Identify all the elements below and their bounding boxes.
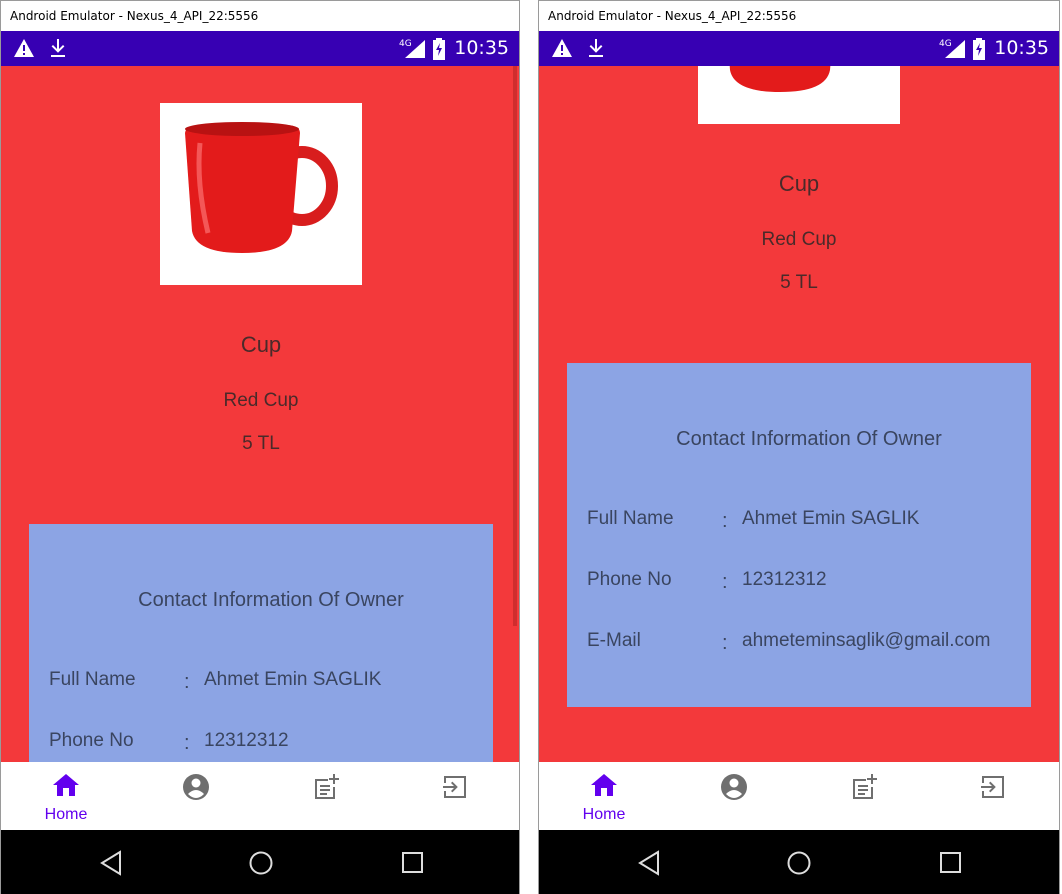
back-icon[interactable] xyxy=(637,850,661,881)
status-bar: 4G 10:35 xyxy=(539,31,1059,66)
colon: : xyxy=(722,571,728,593)
phone-label: Phone No xyxy=(587,569,672,590)
signal-icon: 4G xyxy=(399,37,427,64)
download-icon xyxy=(49,38,67,63)
emulator-window-right: Android Emulator - Nexus_4_API_22:5556 4… xyxy=(538,0,1060,894)
contact-title: Contact Information Of Owner xyxy=(676,428,942,450)
logout-icon xyxy=(981,776,1004,798)
recents-icon[interactable] xyxy=(401,850,425,881)
phone-value: 12312312 xyxy=(204,730,289,751)
colon: : xyxy=(722,510,728,532)
contact-title: Contact Information Of Owner xyxy=(138,589,404,611)
product-image xyxy=(698,66,900,124)
colon: : xyxy=(184,732,190,754)
nav-home-label: Home xyxy=(582,806,626,823)
add-post-icon xyxy=(853,774,877,799)
nav-profile[interactable] xyxy=(674,762,794,830)
battery-icon xyxy=(973,38,985,65)
full-name-value: Ahmet Emin SAGLIK xyxy=(204,669,382,690)
account-icon xyxy=(721,774,747,800)
nav-add-post[interactable] xyxy=(804,762,924,830)
email-value: ahmeteminsaglik@gmail.com xyxy=(742,630,991,651)
nav-logout[interactable] xyxy=(395,762,515,830)
contact-card: Contact Information Of Owner Full Name :… xyxy=(29,524,493,762)
network-type: 4G xyxy=(939,39,952,49)
bottom-navigation: Home xyxy=(1,762,519,830)
bottom-navigation: Home xyxy=(539,762,1059,830)
window-title: Android Emulator - Nexus_4_API_22:5556 xyxy=(539,0,1059,31)
product-price: 5 TL xyxy=(780,272,818,293)
full-name-label: Full Name xyxy=(587,508,674,529)
emulator-window-left: Android Emulator - Nexus_4_API_22:5556 4… xyxy=(0,0,520,894)
home-circle-icon[interactable] xyxy=(248,850,274,881)
app-screen: Cup Red Cup 5 TL Contact Information Of … xyxy=(539,66,1059,762)
contact-card: Contact Information Of Owner Full Name :… xyxy=(567,363,1031,707)
window-title: Android Emulator - Nexus_4_API_22:5556 xyxy=(1,0,519,31)
nav-logout[interactable] xyxy=(933,762,1053,830)
download-icon xyxy=(587,38,605,63)
clock: 10:35 xyxy=(454,37,509,59)
product-name: Cup xyxy=(240,332,282,357)
nav-add-post[interactable] xyxy=(266,762,386,830)
logout-icon xyxy=(443,776,466,798)
recents-icon[interactable] xyxy=(939,850,963,881)
home-circle-icon[interactable] xyxy=(786,850,812,881)
product-price: 5 TL xyxy=(242,433,280,454)
app-screen: Cup Red Cup 5 TL Contact Information Of … xyxy=(1,66,519,762)
nav-home[interactable]: Home xyxy=(6,762,126,830)
colon: : xyxy=(184,671,190,693)
signal-icon: 4G xyxy=(939,37,967,64)
colon: : xyxy=(722,632,728,654)
warning-icon xyxy=(551,38,573,63)
status-bar: 4G 10:35 xyxy=(1,31,519,66)
home-icon xyxy=(53,774,79,796)
full-name-label: Full Name xyxy=(49,669,136,690)
nav-profile[interactable] xyxy=(136,762,256,830)
clock: 10:35 xyxy=(994,37,1049,59)
system-navigation-bar xyxy=(1,830,519,894)
red-cup-image xyxy=(185,122,338,253)
product-image xyxy=(160,103,362,285)
nav-home-label: Home xyxy=(44,806,88,823)
system-navigation-bar xyxy=(539,830,1059,894)
phone-label: Phone No xyxy=(49,730,134,751)
back-icon[interactable] xyxy=(99,850,123,881)
battery-icon xyxy=(433,38,445,65)
product-description: Red Cup xyxy=(223,390,299,411)
add-post-icon xyxy=(315,774,339,799)
product-name: Cup xyxy=(778,171,820,196)
full-name-value: Ahmet Emin SAGLIK xyxy=(742,508,920,529)
email-label: E-Mail xyxy=(587,630,641,651)
home-icon xyxy=(591,774,617,796)
network-type: 4G xyxy=(399,39,412,49)
phone-value: 12312312 xyxy=(742,569,827,590)
warning-icon xyxy=(13,38,35,63)
product-description: Red Cup xyxy=(761,229,837,250)
account-icon xyxy=(183,774,209,800)
nav-home[interactable]: Home xyxy=(544,762,664,830)
red-cup-image xyxy=(729,66,831,92)
